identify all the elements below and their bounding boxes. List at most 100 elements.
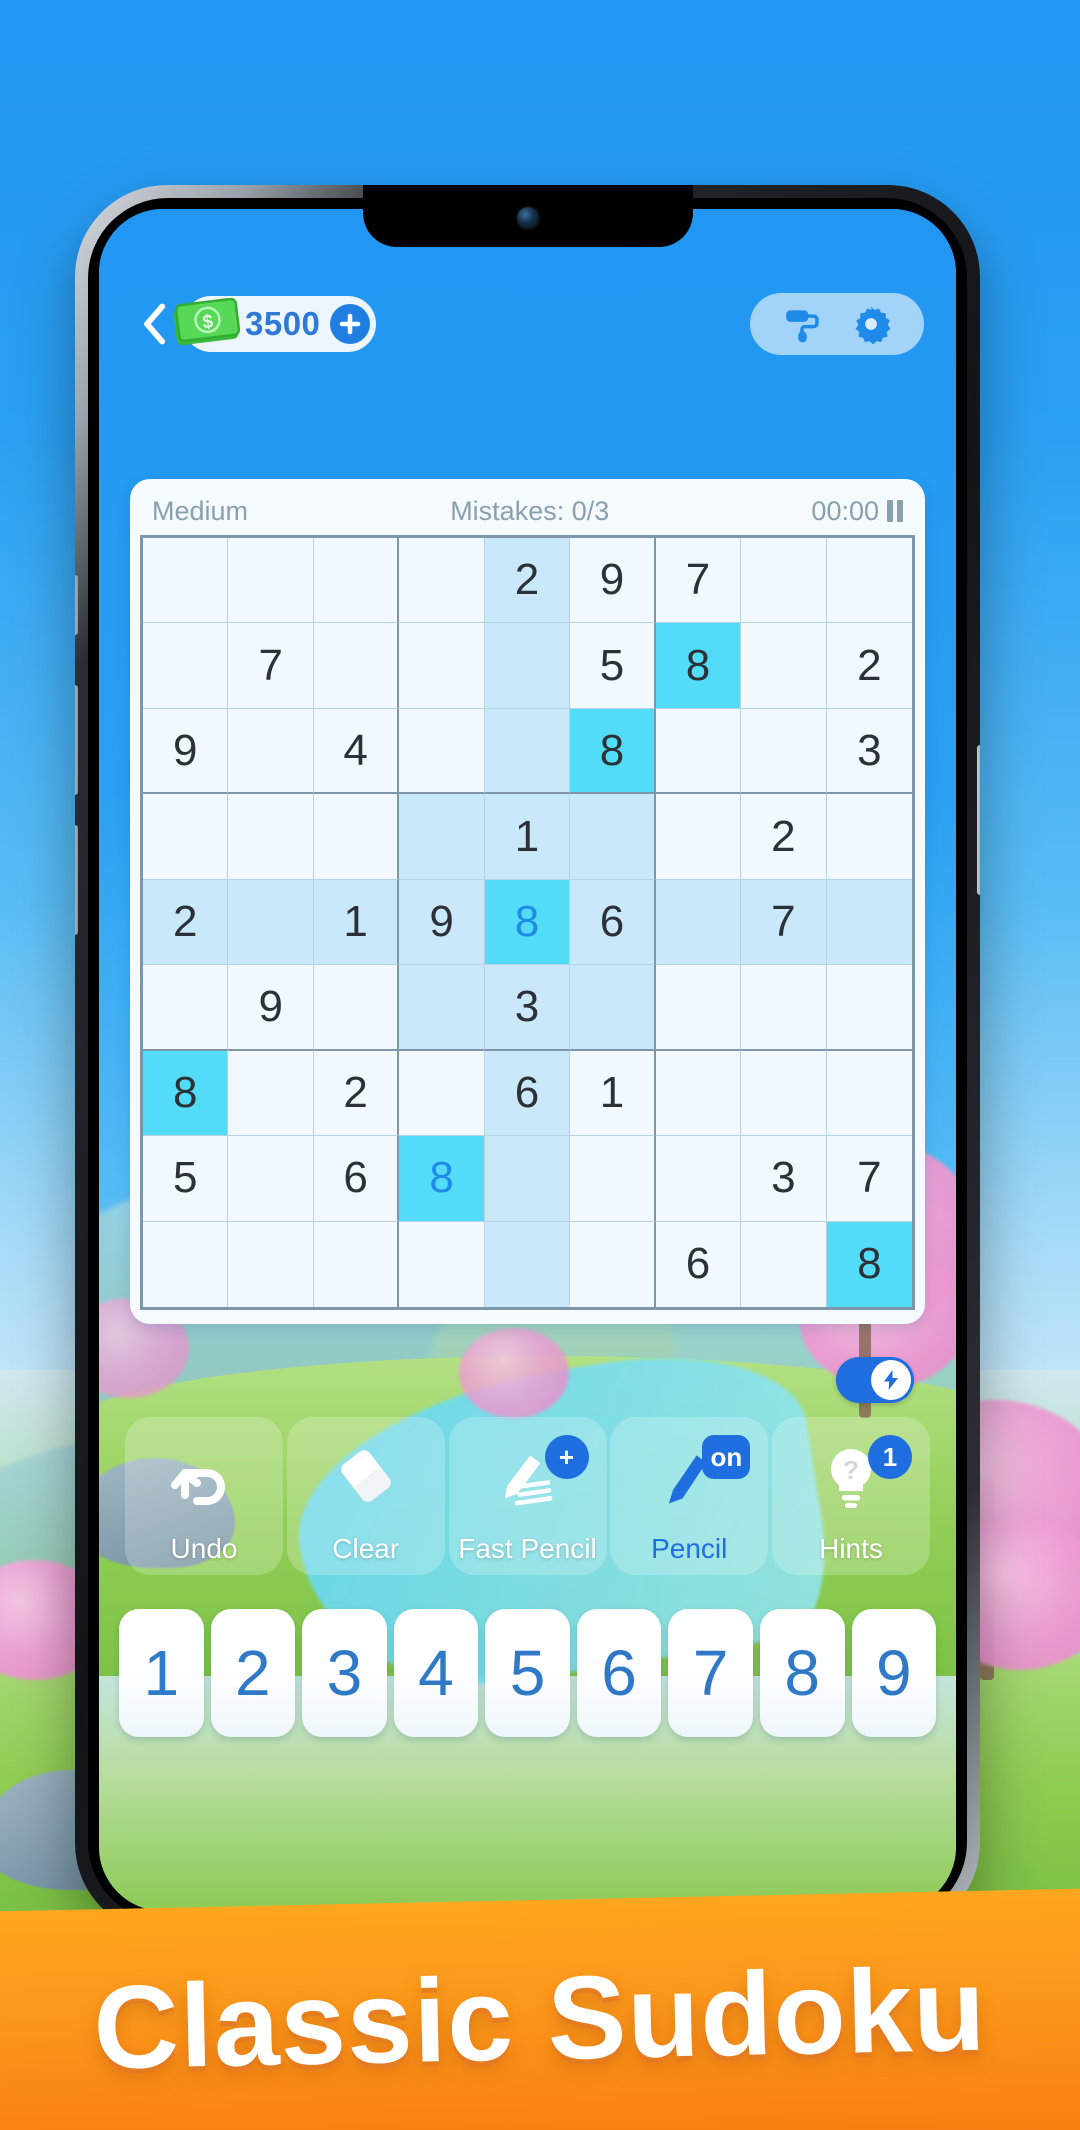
sudoku-cell-r3c5[interactable]	[484, 708, 571, 795]
sudoku-cell-r6c7[interactable]	[655, 965, 742, 1051]
sudoku-cell-r5c4[interactable]: 9	[399, 879, 485, 966]
sudoku-cell-r5c8[interactable]: 7	[741, 879, 827, 966]
fast-mode-toggle[interactable]	[836, 1357, 914, 1403]
sudoku-cell-r1c4[interactable]	[399, 538, 485, 624]
numpad-key-8[interactable]: 8	[759, 1609, 845, 1737]
sudoku-cell-r3c2[interactable]	[228, 708, 314, 795]
sudoku-cell-r5c6[interactable]: 6	[570, 879, 656, 966]
phone-mute-switch[interactable]	[75, 575, 78, 635]
sudoku-cell-r6c4[interactable]	[399, 965, 485, 1051]
sudoku-cell-r4c1[interactable]	[143, 794, 229, 880]
sudoku-cell-r5c7[interactable]	[655, 879, 742, 966]
sudoku-cell-r8c9[interactable]: 7	[826, 1136, 913, 1222]
sudoku-cell-r2c1[interactable]	[143, 623, 229, 709]
sudoku-cell-r7c7[interactable]	[655, 1050, 742, 1137]
sudoku-cell-r8c4[interactable]: 8	[399, 1136, 485, 1222]
action-button-hints[interactable]: ? 1 Hints	[772, 1417, 930, 1575]
sudoku-cell-r2c9[interactable]: 2	[826, 623, 913, 709]
sudoku-cell-r3c1[interactable]: 9	[143, 708, 229, 795]
settings-button[interactable]	[848, 301, 894, 347]
sudoku-cell-r2c3[interactable]	[313, 623, 400, 709]
sudoku-cell-r6c9[interactable]	[826, 965, 913, 1051]
sudoku-cell-r6c5[interactable]: 3	[484, 965, 571, 1051]
sudoku-cell-r9c4[interactable]	[399, 1221, 485, 1308]
phone-volume-up-button[interactable]	[75, 685, 78, 795]
sudoku-cell-r2c5[interactable]	[484, 623, 571, 709]
sudoku-cell-r8c2[interactable]	[228, 1136, 314, 1222]
sudoku-cell-r4c2[interactable]	[228, 794, 314, 880]
sudoku-cell-r6c2[interactable]: 9	[228, 965, 314, 1051]
action-button-pencil[interactable]: on Pencil	[610, 1417, 769, 1575]
sudoku-cell-r4c4[interactable]	[399, 794, 485, 880]
sudoku-cell-r2c7[interactable]: 8	[655, 623, 742, 709]
sudoku-cell-r3c7[interactable]	[655, 708, 742, 795]
sudoku-cell-r7c3[interactable]: 2	[313, 1050, 400, 1137]
sudoku-cell-r7c4[interactable]	[399, 1050, 485, 1137]
sudoku-cell-r9c3[interactable]	[313, 1221, 400, 1308]
sudoku-cell-r2c4[interactable]	[399, 623, 485, 709]
action-button-clear[interactable]: Clear	[286, 1417, 445, 1575]
numpad-key-3[interactable]: 3	[302, 1609, 387, 1737]
sudoku-cell-r5c9[interactable]	[826, 879, 913, 966]
sudoku-cell-r1c8[interactable]	[741, 538, 827, 624]
sudoku-cell-r5c3[interactable]: 1	[313, 879, 400, 966]
sudoku-cell-r2c2[interactable]: 7	[228, 623, 314, 709]
sudoku-cell-r4c7[interactable]	[655, 794, 742, 880]
sudoku-cell-r4c8[interactable]: 2	[741, 794, 827, 880]
add-coins-button[interactable]	[330, 304, 371, 344]
numpad-key-9[interactable]: 9	[851, 1609, 937, 1737]
sudoku-cell-r4c9[interactable]	[826, 794, 913, 880]
sudoku-cell-r2c8[interactable]	[741, 623, 827, 709]
sudoku-cell-r9c2[interactable]	[228, 1221, 314, 1308]
sudoku-cell-r8c7[interactable]	[655, 1136, 742, 1222]
sudoku-cell-r1c9[interactable]	[826, 538, 913, 624]
sudoku-cell-r5c2[interactable]	[228, 879, 314, 966]
sudoku-cell-r9c6[interactable]	[570, 1221, 656, 1308]
sudoku-cell-r9c5[interactable]	[484, 1221, 571, 1308]
sudoku-cell-r7c5[interactable]: 6	[484, 1050, 571, 1137]
sudoku-cell-r3c6[interactable]: 8	[570, 708, 656, 795]
theme-button[interactable]	[780, 301, 826, 347]
action-button-undo[interactable]: Undo	[125, 1417, 283, 1575]
numpad-key-5[interactable]: 5	[485, 1609, 570, 1737]
numpad-key-4[interactable]: 4	[393, 1609, 479, 1737]
sudoku-cell-r6c6[interactable]	[570, 965, 656, 1051]
sudoku-cell-r8c5[interactable]	[484, 1136, 571, 1222]
sudoku-cell-r1c7[interactable]: 7	[655, 538, 742, 624]
phone-power-button[interactable]	[977, 745, 980, 895]
sudoku-cell-r6c3[interactable]	[313, 965, 400, 1051]
sudoku-cell-r6c8[interactable]	[741, 965, 827, 1051]
numpad-key-7[interactable]: 7	[668, 1609, 753, 1737]
numpad-key-1[interactable]: 1	[119, 1609, 204, 1737]
sudoku-cell-r9c9[interactable]: 8	[826, 1221, 913, 1308]
numpad-key-2[interactable]: 2	[210, 1609, 296, 1737]
sudoku-cell-r5c5[interactable]: 8	[484, 879, 571, 966]
sudoku-cell-r8c6[interactable]	[570, 1136, 656, 1222]
sudoku-grid[interactable]: 29775829483122198679382615683768	[140, 535, 915, 1311]
sudoku-cell-r1c5[interactable]: 2	[484, 538, 571, 624]
sudoku-cell-r8c1[interactable]: 5	[143, 1136, 229, 1222]
sudoku-cell-r4c5[interactable]: 1	[484, 794, 571, 880]
sudoku-cell-r3c8[interactable]	[741, 708, 827, 795]
sudoku-cell-r1c1[interactable]	[143, 538, 229, 624]
sudoku-cell-r9c7[interactable]: 6	[655, 1221, 742, 1308]
sudoku-cell-r8c8[interactable]: 3	[741, 1136, 827, 1222]
sudoku-cell-r7c1[interactable]: 8	[143, 1050, 229, 1137]
action-button-fast-pencil[interactable]: + Fast Pencil	[448, 1417, 607, 1575]
sudoku-cell-r4c6[interactable]	[570, 794, 656, 880]
coin-balance-pill[interactable]: $ 3500	[173, 296, 377, 352]
sudoku-cell-r9c1[interactable]	[143, 1221, 229, 1308]
sudoku-cell-r3c4[interactable]	[399, 708, 485, 795]
sudoku-cell-r9c8[interactable]	[741, 1221, 827, 1308]
sudoku-cell-r7c8[interactable]	[741, 1050, 827, 1137]
sudoku-cell-r6c1[interactable]	[143, 965, 229, 1051]
numpad-key-6[interactable]: 6	[576, 1609, 662, 1737]
sudoku-cell-r1c3[interactable]	[313, 538, 400, 624]
sudoku-cell-r4c3[interactable]	[313, 794, 400, 880]
sudoku-cell-r7c2[interactable]	[228, 1050, 314, 1137]
sudoku-cell-r8c3[interactable]: 6	[313, 1136, 400, 1222]
sudoku-cell-r2c6[interactable]: 5	[570, 623, 656, 709]
sudoku-cell-r1c2[interactable]	[228, 538, 314, 624]
sudoku-cell-r3c9[interactable]: 3	[826, 708, 913, 795]
sudoku-cell-r7c6[interactable]: 1	[570, 1050, 656, 1137]
